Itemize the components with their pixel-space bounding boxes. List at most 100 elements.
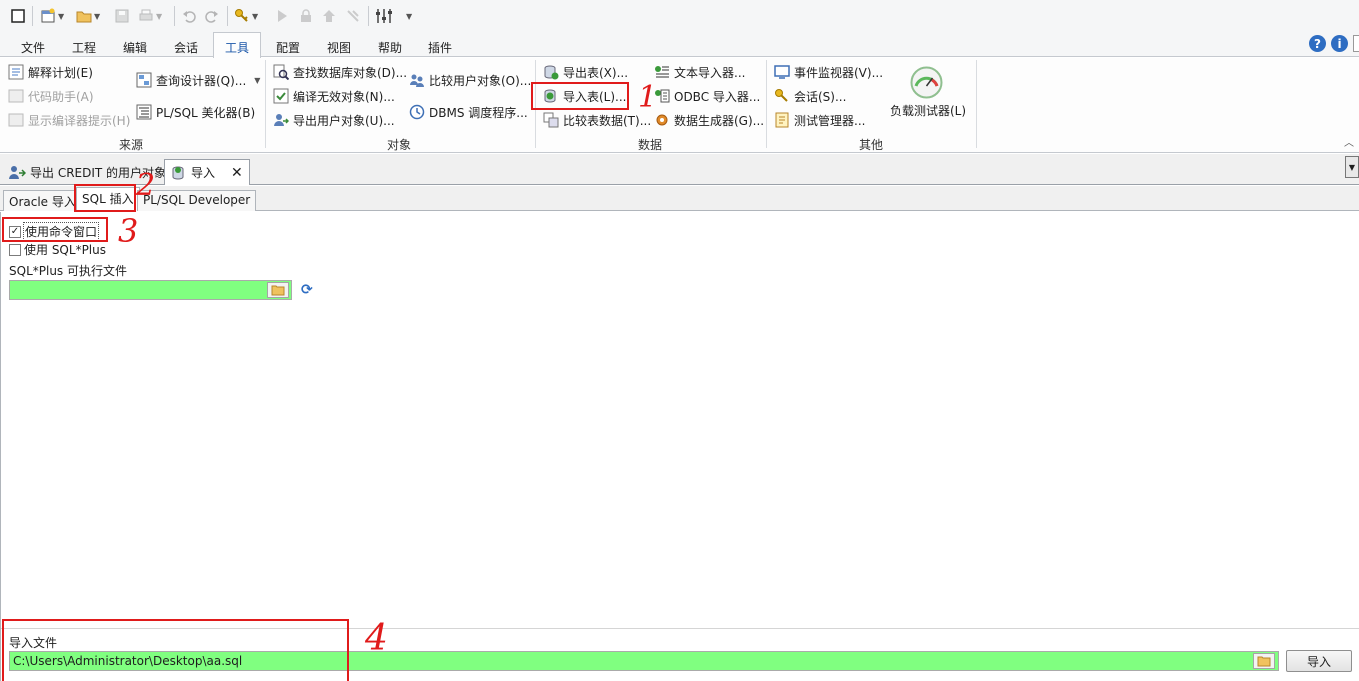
- odbc-importer-button[interactable]: ODBC 导入器...: [654, 86, 760, 106]
- sessions-button[interactable]: 会话(S)...: [774, 86, 846, 106]
- commit-icon[interactable]: [321, 7, 337, 25]
- compile-invalid-button[interactable]: 编译无效对象(N)...: [273, 86, 395, 106]
- collapse-ribbon-icon[interactable]: ︿: [1344, 134, 1354, 149]
- load-tester-button[interactable]: 负载测试器(L): [890, 102, 966, 119]
- redo-icon[interactable]: [204, 7, 220, 25]
- monitor-icon: [774, 64, 790, 80]
- tab-file[interactable]: 文件: [21, 39, 45, 56]
- find-db-objects-button[interactable]: 查找数据库对象(D)...: [273, 62, 407, 82]
- tab-list-dropdown-icon[interactable]: ▼: [1345, 156, 1359, 178]
- export-tables-button[interactable]: 导出表(X)...: [543, 62, 628, 82]
- close-icon[interactable]: ✕: [231, 165, 243, 181]
- ribbon-tab-bar: 文件 工程 编辑 会话 工具 配置 视图 帮助 插件 ? i: [0, 32, 1359, 58]
- checkbox-unchecked-icon: [9, 243, 21, 256]
- export-objects-icon: [273, 112, 289, 128]
- group-label-other: 其他: [859, 138, 884, 152]
- ribbon-panel: 解释计划(E) 代码助手(A) 显示编译器提示(H) 查询设计器(Q)... ▼ …: [0, 58, 1359, 153]
- chevron-down-icon: ▼: [254, 75, 261, 85]
- refresh-icon[interactable]: ⟳: [301, 282, 313, 298]
- annotation-box-sql-insert: [74, 184, 136, 212]
- export-table-icon: [543, 64, 559, 80]
- toolbar-separator: [174, 6, 175, 26]
- explain-plan-button[interactable]: 解释计划(E): [8, 62, 93, 82]
- compare-table-data-button[interactable]: 比较表数据(T)...: [543, 110, 651, 130]
- sliders-icon[interactable]: [375, 7, 393, 25]
- group-separator: [976, 60, 977, 148]
- key-icon[interactable]: ▼: [234, 7, 258, 25]
- test-manager-button[interactable]: 测试管理器...: [774, 110, 865, 130]
- annotation-box-import-tables: [531, 82, 629, 110]
- group-separator: [766, 60, 767, 148]
- text-importer-button[interactable]: 文本导入器...: [654, 62, 745, 82]
- save-icon[interactable]: [114, 7, 130, 25]
- query-designer-icon: [136, 72, 152, 88]
- test-manager-icon: [774, 112, 790, 128]
- import-panel: ✓ 使用命令窗口 使用 SQL*Plus SQL*Plus 可执行文件 ⟳ 导入…: [0, 212, 1359, 681]
- beautifier-icon: [136, 104, 152, 120]
- compiler-hints-icon: [8, 112, 24, 128]
- doc-tab-import[interactable]: 导入 ✕: [164, 159, 250, 185]
- help-question-icon[interactable]: ?: [1309, 35, 1326, 52]
- tab-view[interactable]: 视图: [327, 39, 351, 56]
- rollback-icon[interactable]: [345, 7, 361, 25]
- use-sqlplus-checkbox[interactable]: 使用 SQL*Plus: [9, 241, 106, 258]
- clock-icon: [409, 104, 425, 120]
- compare-objects-icon: [409, 72, 425, 88]
- tab-session[interactable]: 会话: [174, 39, 198, 56]
- group-separator: [265, 60, 266, 148]
- compile-icon: [273, 88, 289, 104]
- annotation-box-command-window: [2, 217, 108, 242]
- annotation-number-4: 4: [365, 618, 388, 659]
- open-folder-icon[interactable]: ▼: [76, 7, 100, 25]
- group-label-source: 来源: [119, 138, 144, 152]
- group-label-data: 数据: [638, 138, 663, 152]
- find-objects-icon: [273, 64, 289, 80]
- tab-config[interactable]: 配置: [276, 39, 300, 56]
- new-icon[interactable]: ▼: [40, 7, 64, 25]
- tab-plugins[interactable]: 插件: [428, 39, 452, 56]
- import-button[interactable]: 导入: [1286, 650, 1352, 672]
- sqlplus-exe-label: SQL*Plus 可执行文件: [9, 264, 127, 278]
- tab-help[interactable]: 帮助: [378, 39, 402, 56]
- help-icons: ? i: [1309, 35, 1359, 52]
- tab-tools[interactable]: 工具: [213, 32, 262, 58]
- toolbar-separator: [227, 6, 228, 26]
- window-icon[interactable]: [10, 7, 26, 25]
- print-icon[interactable]: ▼: [138, 7, 162, 25]
- users-icon: [8, 164, 26, 180]
- run-icon[interactable]: [274, 7, 290, 25]
- compare-user-objects-button[interactable]: 比较用户对象(O)...: [409, 70, 531, 90]
- export-user-objects-button[interactable]: 导出用户对象(U)...: [273, 110, 395, 130]
- sessions-key-icon: [774, 88, 790, 104]
- tab-oracle-import[interactable]: Oracle 导入: [3, 190, 82, 211]
- browse-import-file-icon[interactable]: [1253, 653, 1275, 669]
- compare-data-icon: [543, 112, 559, 128]
- toolbar-separator: [32, 6, 33, 26]
- quick-access-toolbar: ▼ ▼ ▼ ▼ ▼: [0, 0, 1359, 32]
- toolbar-separator: [368, 6, 369, 26]
- event-monitor-button[interactable]: 事件监视器(V)...: [774, 62, 883, 82]
- dbms-scheduler-button[interactable]: DBMS 调度程序...: [409, 102, 528, 122]
- database-import-icon: [171, 165, 185, 181]
- info-icon[interactable]: i: [1331, 35, 1348, 52]
- code-assistant-button[interactable]: 代码助手(A): [8, 86, 94, 106]
- sqlplus-exe-field[interactable]: [9, 280, 292, 300]
- plsql-beautifier-button[interactable]: PL/SQL 美化器(B): [136, 102, 255, 122]
- lock-icon[interactable]: [298, 7, 314, 25]
- data-generator-button[interactable]: 数据生成器(G)...: [654, 110, 764, 130]
- explain-plan-icon: [8, 64, 24, 80]
- text-importer-icon: [654, 64, 670, 80]
- tab-edit[interactable]: 编辑: [123, 39, 147, 56]
- query-designer-button[interactable]: 查询设计器(Q)... ▼: [136, 70, 260, 90]
- browse-folder-icon[interactable]: [267, 282, 289, 298]
- tab-project[interactable]: 工程: [72, 39, 96, 56]
- group-label-objects: 对象: [387, 138, 412, 152]
- document-tab-bar: 导出 CREDIT 的用户对象 导入 ✕ ▼: [0, 154, 1359, 185]
- annotation-number-1: 1: [638, 80, 658, 115]
- customize-toolbar-icon[interactable]: ▼: [404, 7, 412, 25]
- window-restore-icon[interactable]: [1353, 35, 1359, 52]
- undo-icon[interactable]: [181, 7, 197, 25]
- annotation-number-2: 2: [136, 168, 156, 203]
- annotation-number-3: 3: [118, 212, 139, 250]
- compiler-hints-button[interactable]: 显示编译器提示(H): [8, 110, 130, 130]
